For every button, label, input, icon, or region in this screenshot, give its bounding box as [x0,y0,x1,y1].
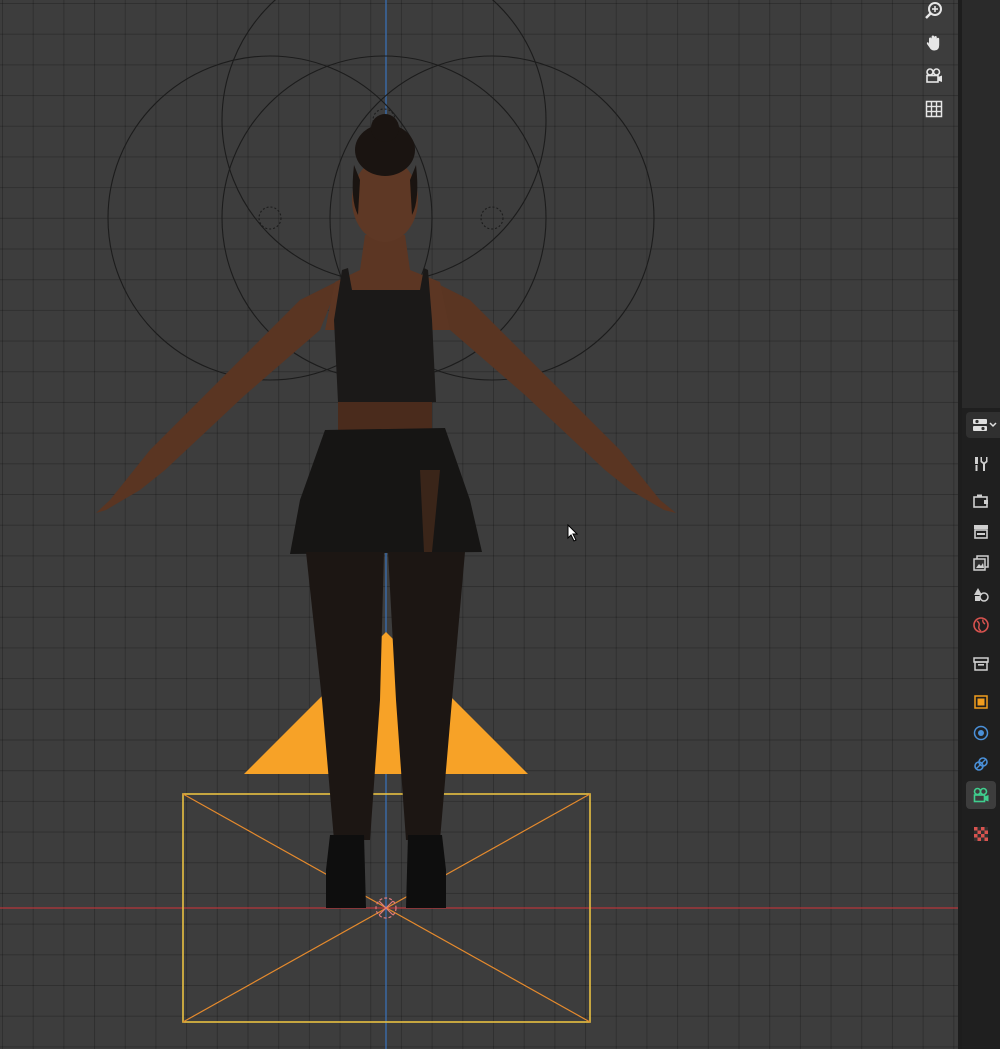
tab-view-layer[interactable] [966,549,996,577]
tab-world[interactable] [966,611,996,639]
grid-icon [925,100,943,118]
tab-render[interactable] [966,487,996,515]
camera-icon [926,68,942,83]
properties-editor-tabs [962,0,1000,1049]
object-icon [974,695,988,709]
3d-viewport[interactable] [0,0,958,1049]
outliner-area [962,0,1000,408]
tab-physics[interactable] [966,719,996,747]
camera-data-icon [973,787,989,803]
view-layer-icon [973,555,989,571]
navigation-gizmo [918,0,950,128]
scene-canvas[interactable] [0,0,958,1049]
camera-view-button[interactable] [920,62,948,90]
tab-object-constraints[interactable] [966,750,996,778]
tab-texture[interactable] [966,820,996,848]
render-icon [973,494,988,508]
constraints-icon [974,757,988,771]
orthographic-toggle-button[interactable] [920,95,948,123]
tab-collection[interactable] [966,650,996,678]
tab-output[interactable] [966,518,996,546]
tool-icon [975,457,988,471]
pan-button[interactable] [920,29,948,57]
output-icon [974,525,988,539]
tab-object[interactable] [966,688,996,716]
camera-up-triangle[interactable] [244,632,528,774]
magnifier-icon [925,2,942,19]
tab-tool[interactable] [966,450,996,478]
tab-object-data-camera[interactable] [966,781,996,809]
editor-type-icon [973,419,997,431]
zoom-button[interactable] [920,0,948,25]
hand-icon [926,35,940,51]
collection-icon [973,657,989,671]
editor-type-button[interactable] [966,412,1000,438]
scene-icon [974,588,989,602]
mouse-cursor [567,524,579,542]
physics-icon [973,725,989,741]
tab-scene[interactable] [966,580,996,608]
world-icon [973,617,989,633]
texture-icon [974,827,988,841]
